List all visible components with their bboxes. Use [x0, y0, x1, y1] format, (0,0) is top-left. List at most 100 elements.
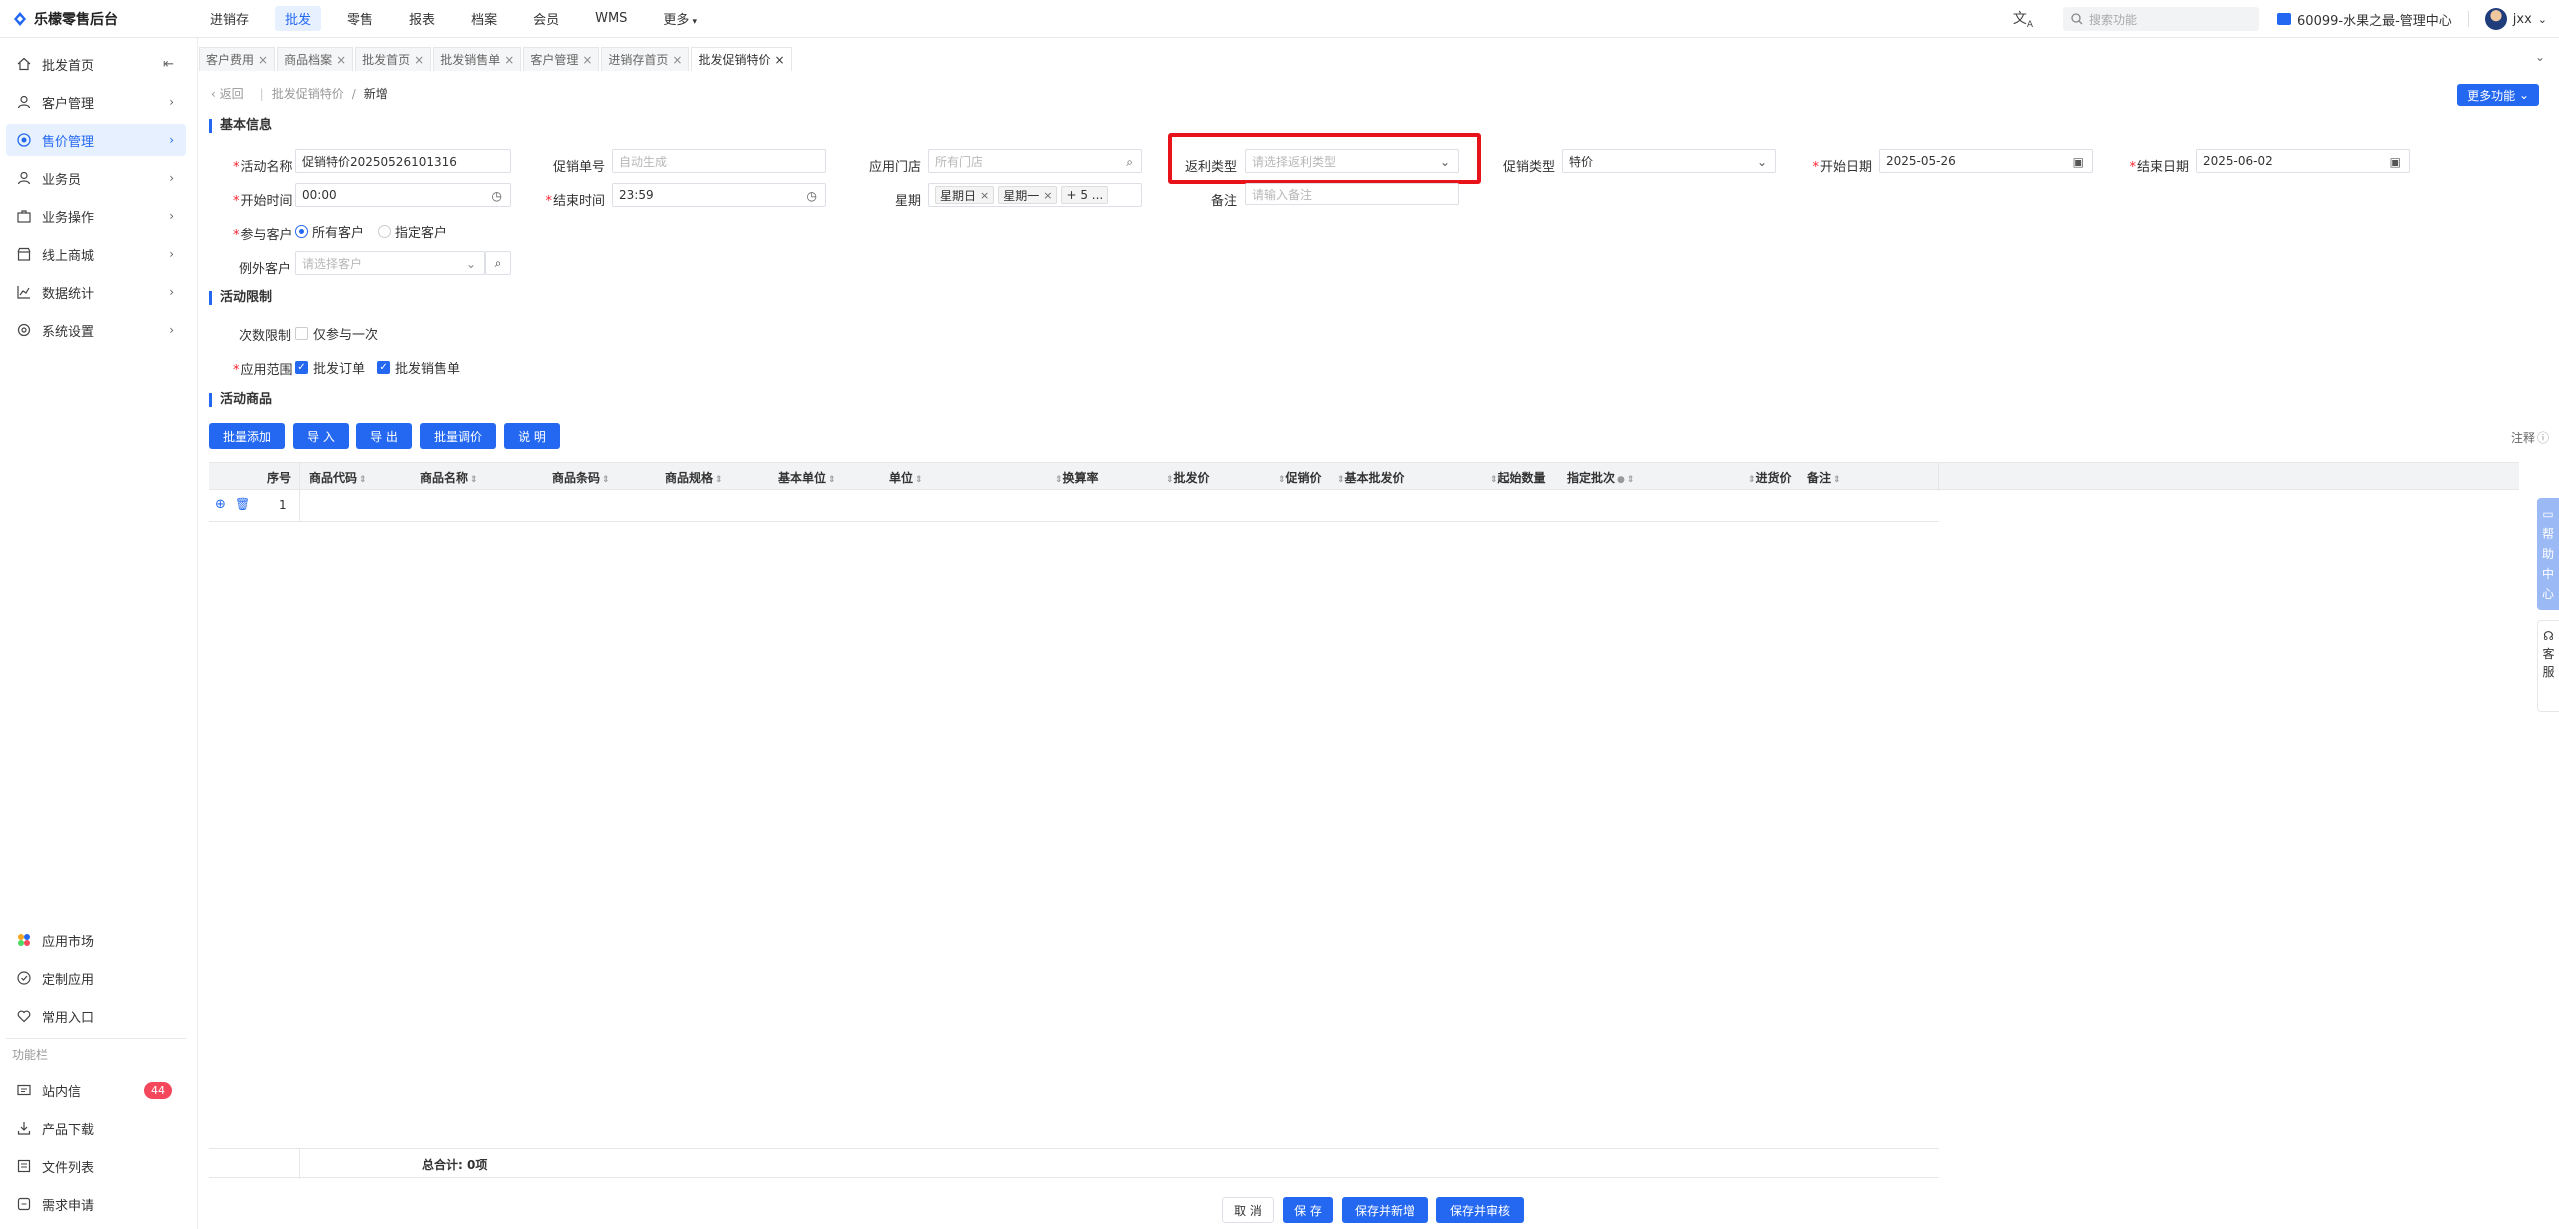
- tab-wholesale-sales[interactable]: 批发销售单 ×: [433, 47, 522, 71]
- col-conversion[interactable]: ⇕换算率: [1053, 469, 1099, 486]
- explain-button[interactable]: 说 明: [504, 423, 560, 449]
- sidebar-item-statistics[interactable]: 数据统计 ›: [6, 276, 186, 308]
- topnav-retail[interactable]: 零售: [337, 6, 383, 31]
- col-start-qty[interactable]: ⇕起始数量: [1488, 469, 1546, 486]
- chevron-down-icon[interactable]: ⌄: [2535, 50, 2545, 64]
- col-wholesale-price[interactable]: ⇕批发价: [1164, 469, 1210, 486]
- sidebar-item-operations[interactable]: 业务操作 ›: [6, 200, 186, 232]
- end-time-picker[interactable]: 23:59 ◷: [612, 183, 826, 207]
- notes-toggle[interactable]: 注释 ⓘ: [2511, 429, 2549, 446]
- close-icon[interactable]: ×: [504, 53, 514, 67]
- end-date-picker[interactable]: 2025-06-02 ▣: [2196, 149, 2410, 173]
- checkbox[interactable]: [295, 327, 308, 340]
- chevron-down-icon[interactable]: ⌄: [2538, 13, 2547, 26]
- sidebar-item-requests[interactable]: 需求申请: [6, 1188, 186, 1220]
- user-name[interactable]: jxx: [2513, 12, 2532, 27]
- col-batch[interactable]: 指定批次 ● ⇕: [1567, 469, 1634, 486]
- remark-input[interactable]: 请输入备注: [1245, 183, 1459, 205]
- close-icon[interactable]: ×: [582, 53, 592, 67]
- close-icon[interactable]: ×: [336, 53, 346, 67]
- save-button[interactable]: 保 存: [1283, 1197, 1333, 1223]
- sidebar-item-favorites[interactable]: 常用入口: [6, 1000, 186, 1032]
- col-base-wholesale-price[interactable]: ⇕基本批发价: [1335, 469, 1405, 486]
- search-icon[interactable]: ⌕: [1126, 155, 1133, 170]
- more-functions-button[interactable]: 更多功能 ⌄: [2457, 84, 2539, 106]
- start-time-picker[interactable]: 00:00 ◷: [295, 183, 511, 207]
- sidebar-item-files[interactable]: 文件列表: [6, 1150, 186, 1182]
- radio-all-customers[interactable]: 所有客户: [295, 222, 364, 241]
- col-code[interactable]: 商品代码 ⇕: [309, 469, 367, 486]
- col-barcode[interactable]: 商品条码 ⇕: [552, 469, 610, 486]
- tab-customer-fees[interactable]: 客户费用 ×: [199, 47, 276, 71]
- rebate-type-select[interactable]: 请选择返利类型 ⌄: [1245, 149, 1459, 173]
- breadcrumb-parent[interactable]: 批发促销特价: [272, 85, 344, 102]
- activity-name-input[interactable]: 促销特价20250526101316: [295, 149, 511, 173]
- delete-row-icon[interactable]: 🗑: [235, 497, 250, 511]
- exclude-search-button[interactable]: ⌕: [485, 251, 511, 275]
- start-date-picker[interactable]: 2025-05-26 ▣: [1879, 149, 2093, 173]
- back-link[interactable]: ‹ 返回: [211, 85, 252, 102]
- week-more-tag[interactable]: + 5 ...: [1061, 186, 1109, 204]
- export-button[interactable]: 导 出: [356, 423, 412, 449]
- topnav-jxc[interactable]: 进销存: [200, 6, 259, 31]
- topnav-wms[interactable]: WMS: [585, 8, 637, 29]
- col-remark[interactable]: 备注 ⇕: [1807, 469, 1841, 486]
- add-row-icon[interactable]: ⊕: [215, 497, 226, 512]
- topnav-member[interactable]: 会员: [523, 6, 569, 31]
- close-icon[interactable]: ×: [1043, 189, 1052, 202]
- store-select[interactable]: 所有门店 ⌕: [928, 149, 1142, 173]
- topnav-reports[interactable]: 报表: [399, 6, 445, 31]
- count-limit-option[interactable]: 仅参与一次: [295, 324, 378, 343]
- promo-type-select[interactable]: 特价 ⌄: [1562, 149, 1776, 173]
- sidebar-item-wholesale-home[interactable]: 批发首页 ⇤: [6, 48, 186, 80]
- col-purchase-price[interactable]: ⇕进货价: [1746, 469, 1792, 486]
- function-search-input[interactable]: 搜索功能: [2063, 7, 2260, 31]
- checkbox-wholesale-sales[interactable]: ✓: [377, 361, 391, 374]
- translate-icon[interactable]: 文A: [2013, 8, 2033, 30]
- tab-wholesale-home[interactable]: 批发首页 ×: [355, 47, 432, 71]
- close-icon[interactable]: ×: [258, 53, 268, 67]
- sidebar-item-app-market[interactable]: 应用市场: [6, 924, 186, 956]
- sidebar-item-custom-apps[interactable]: 定制应用: [6, 962, 186, 994]
- help-center-button[interactable]: ▭ 帮 助 中 心: [2537, 498, 2559, 610]
- week-multiselect[interactable]: 星期日 × 星期一 × + 5 ...: [928, 183, 1142, 207]
- close-icon[interactable]: ×: [774, 53, 784, 67]
- tab-goods-archive[interactable]: 商品档案 ×: [277, 47, 354, 71]
- avatar[interactable]: [2484, 8, 2507, 30]
- cancel-button[interactable]: 取 消: [1222, 1197, 1274, 1223]
- close-icon[interactable]: ×: [980, 189, 989, 202]
- app-logo[interactable]: 乐檬零售后台: [0, 9, 200, 29]
- checkbox-wholesale-order[interactable]: ✓: [295, 361, 308, 374]
- exclude-customer-select[interactable]: 请选择客户 ⌄: [295, 251, 485, 275]
- store-selector[interactable]: 60099-水果之最-管理中心: [2277, 10, 2452, 29]
- batch-add-button[interactable]: 批量添加: [209, 423, 285, 449]
- sidebar-item-price-management[interactable]: 售价管理 ›: [6, 124, 186, 156]
- topnav-archive[interactable]: 档案: [461, 6, 507, 31]
- sidebar-item-online-mall[interactable]: 线上商城 ›: [6, 238, 186, 270]
- close-icon[interactable]: ×: [672, 53, 682, 67]
- sidebar-item-downloads[interactable]: 产品下载: [6, 1112, 186, 1144]
- radio-specified-customers[interactable]: 指定客户: [378, 222, 447, 241]
- col-promo-price[interactable]: ⇕促销价: [1276, 469, 1322, 486]
- sidebar-item-salesman[interactable]: 业务员 ›: [6, 162, 186, 194]
- col-base-unit[interactable]: 基本单位 ⇕: [778, 469, 836, 486]
- save-and-audit-button[interactable]: 保存并审核: [1436, 1197, 1524, 1223]
- promo-no-input[interactable]: 自动生成: [612, 149, 826, 173]
- tab-jxc-home[interactable]: 进销存首页 ×: [601, 47, 690, 71]
- sidebar-item-settings[interactable]: 系统设置 ›: [6, 314, 186, 346]
- col-spec[interactable]: 商品规格 ⇕: [665, 469, 723, 486]
- save-and-new-button[interactable]: 保存并新增: [1342, 1197, 1428, 1223]
- col-unit[interactable]: 单位 ⇕: [889, 469, 923, 486]
- batch-reprice-button[interactable]: 批量调价: [420, 423, 496, 449]
- customer-service-button[interactable]: ☊ 客 服: [2537, 620, 2559, 712]
- sidebar-item-messages[interactable]: 站内信 44: [6, 1074, 186, 1106]
- tab-wholesale-promo[interactable]: 批发促销特价 ×: [691, 47, 792, 71]
- topnav-wholesale[interactable]: 批发: [275, 6, 322, 31]
- col-name[interactable]: 商品名称 ⇕: [420, 469, 478, 486]
- tab-customer-management[interactable]: 客户管理 ×: [523, 47, 600, 71]
- collapse-sidebar-icon[interactable]: ⇤: [163, 57, 174, 72]
- close-icon[interactable]: ×: [414, 53, 424, 67]
- topnav-more[interactable]: 更多 ▾: [653, 6, 707, 31]
- sidebar-item-customers[interactable]: 客户管理 ›: [6, 86, 186, 118]
- import-button[interactable]: 导 入: [293, 423, 349, 449]
